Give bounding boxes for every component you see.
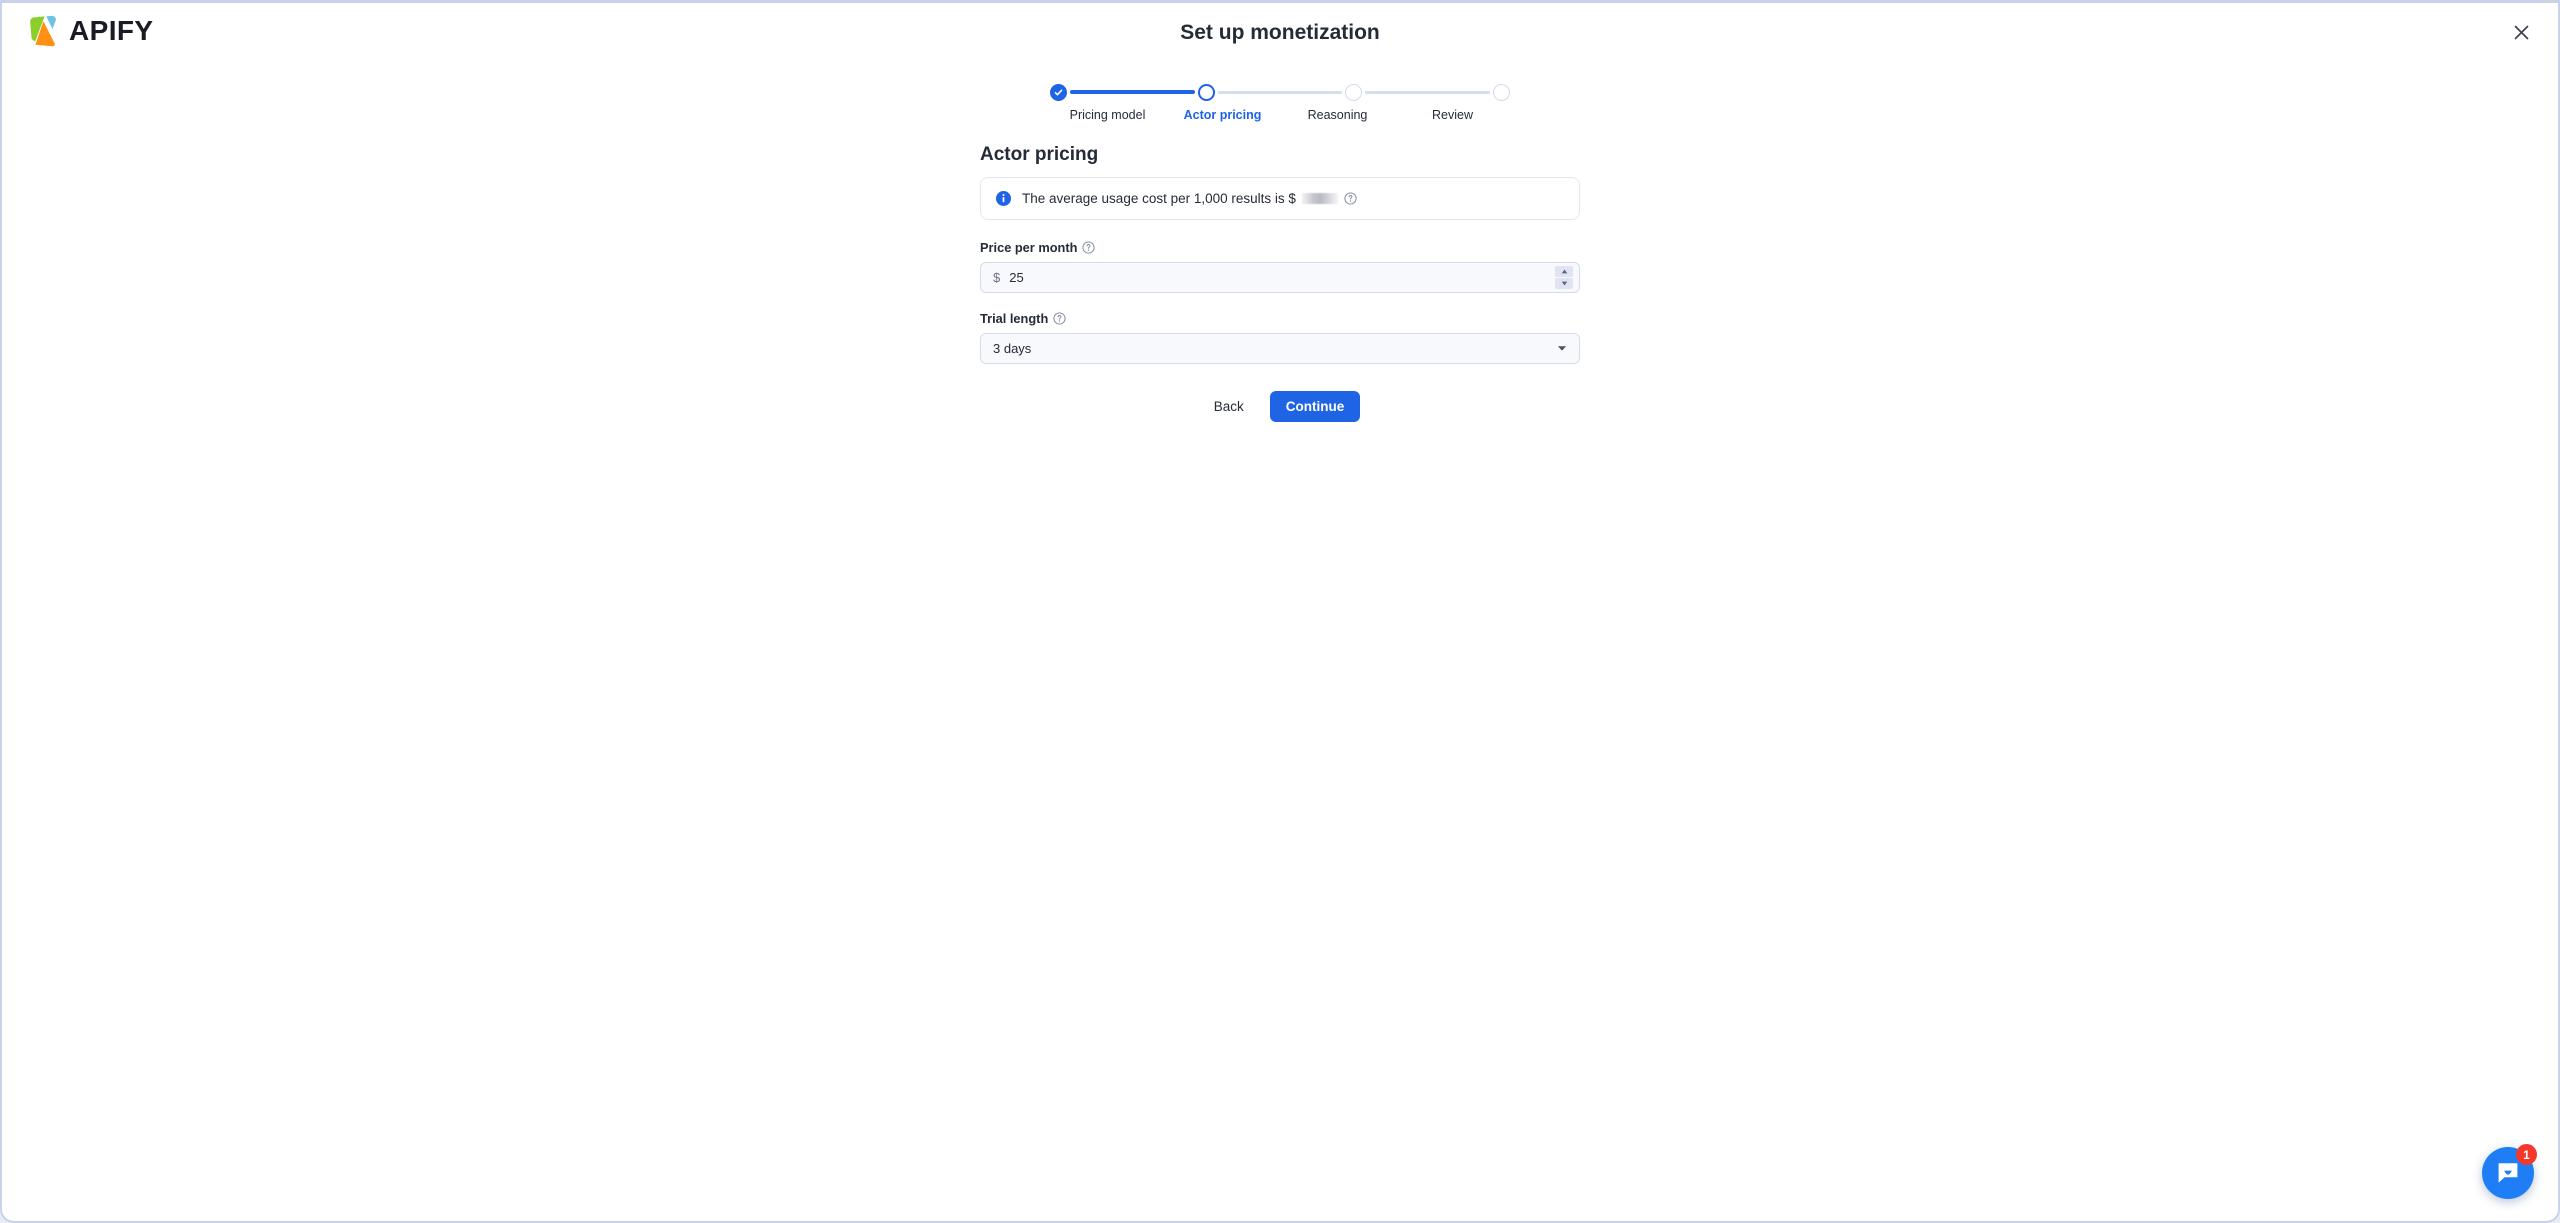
stepper-connector-1 — [1070, 90, 1195, 94]
price-stepper — [1555, 266, 1573, 289]
caret-up-icon[interactable] — [1555, 266, 1573, 277]
step-node-pricing-model[interactable] — [1050, 83, 1067, 101]
step-node-reasoning[interactable] — [1345, 83, 1363, 101]
help-circle-icon-trial[interactable] — [1053, 312, 1066, 325]
stepper-labels: Pricing model Actor pricing Reasoning Re… — [1050, 108, 1510, 122]
trial-length-label-row: Trial length — [980, 311, 1580, 326]
average-cost-alert: The average usage cost per 1,000 results… — [980, 177, 1580, 220]
average-cost-label: The average usage cost per 1,000 results… — [1022, 191, 1296, 206]
section-title: Actor pricing — [980, 144, 1099, 165]
info-icon — [996, 191, 1011, 206]
price-per-month-label-row: Price per month — [980, 240, 1580, 255]
currency-symbol: $ — [993, 270, 1001, 285]
page-title: Set up monetization — [1180, 21, 1380, 44]
average-cost-text: The average usage cost per 1,000 results… — [1022, 191, 1357, 206]
step-node-actor-pricing[interactable] — [1197, 83, 1215, 101]
price-per-month-input[interactable] — [1009, 263, 1549, 292]
redacted-value — [1301, 193, 1338, 204]
step-label-reasoning: Reasoning — [1307, 108, 1368, 122]
trial-length-field: Trial length 3 days — [980, 311, 1580, 364]
trial-length-label: Trial length — [980, 311, 1049, 326]
modal-header: APIFY Set up monetization — [2, 3, 2558, 63]
price-per-month-input-row[interactable]: $ — [980, 262, 1580, 293]
close-icon[interactable] — [2504, 15, 2538, 49]
chat-bubble-icon — [2495, 1160, 2521, 1186]
stepper: Pricing model Actor pricing Reasoning Re… — [1050, 81, 1511, 122]
continue-button[interactable]: Continue — [1269, 391, 1361, 422]
trial-length-value: 3 days — [993, 341, 1032, 356]
price-per-month-label: Price per month — [980, 240, 1078, 255]
caret-down-icon[interactable] — [1555, 278, 1573, 289]
stepper-connector-2 — [1217, 90, 1343, 94]
step-label-pricing-model: Pricing model — [1069, 108, 1146, 122]
chat-unread-badge: 1 — [2516, 1144, 2537, 1165]
chevron-down-icon[interactable] — [1557, 345, 1567, 352]
step-node-review[interactable] — [1493, 83, 1511, 101]
help-circle-icon-average-cost[interactable] — [1344, 192, 1357, 205]
chat-launcher-button[interactable]: 1 — [2482, 1144, 2537, 1199]
form-actions: Back Continue — [980, 391, 1580, 422]
actor-pricing-panel: Actor pricing The average usage cost per… — [980, 144, 1580, 422]
stepper-track — [1050, 81, 1511, 103]
back-button[interactable]: Back — [1200, 391, 1258, 422]
monetization-modal: APIFY Set up monetization Pricing model … — [0, 0, 2560, 1223]
price-per-month-field: Price per month $ — [980, 240, 1580, 293]
stepper-connector-3 — [1365, 90, 1491, 94]
step-label-actor-pricing: Actor pricing — [1183, 108, 1262, 122]
help-circle-icon-price[interactable] — [1082, 241, 1095, 254]
step-label-review: Review — [1432, 108, 1473, 122]
trial-length-select[interactable]: 3 days — [980, 333, 1580, 364]
check-icon — [1054, 89, 1063, 95]
